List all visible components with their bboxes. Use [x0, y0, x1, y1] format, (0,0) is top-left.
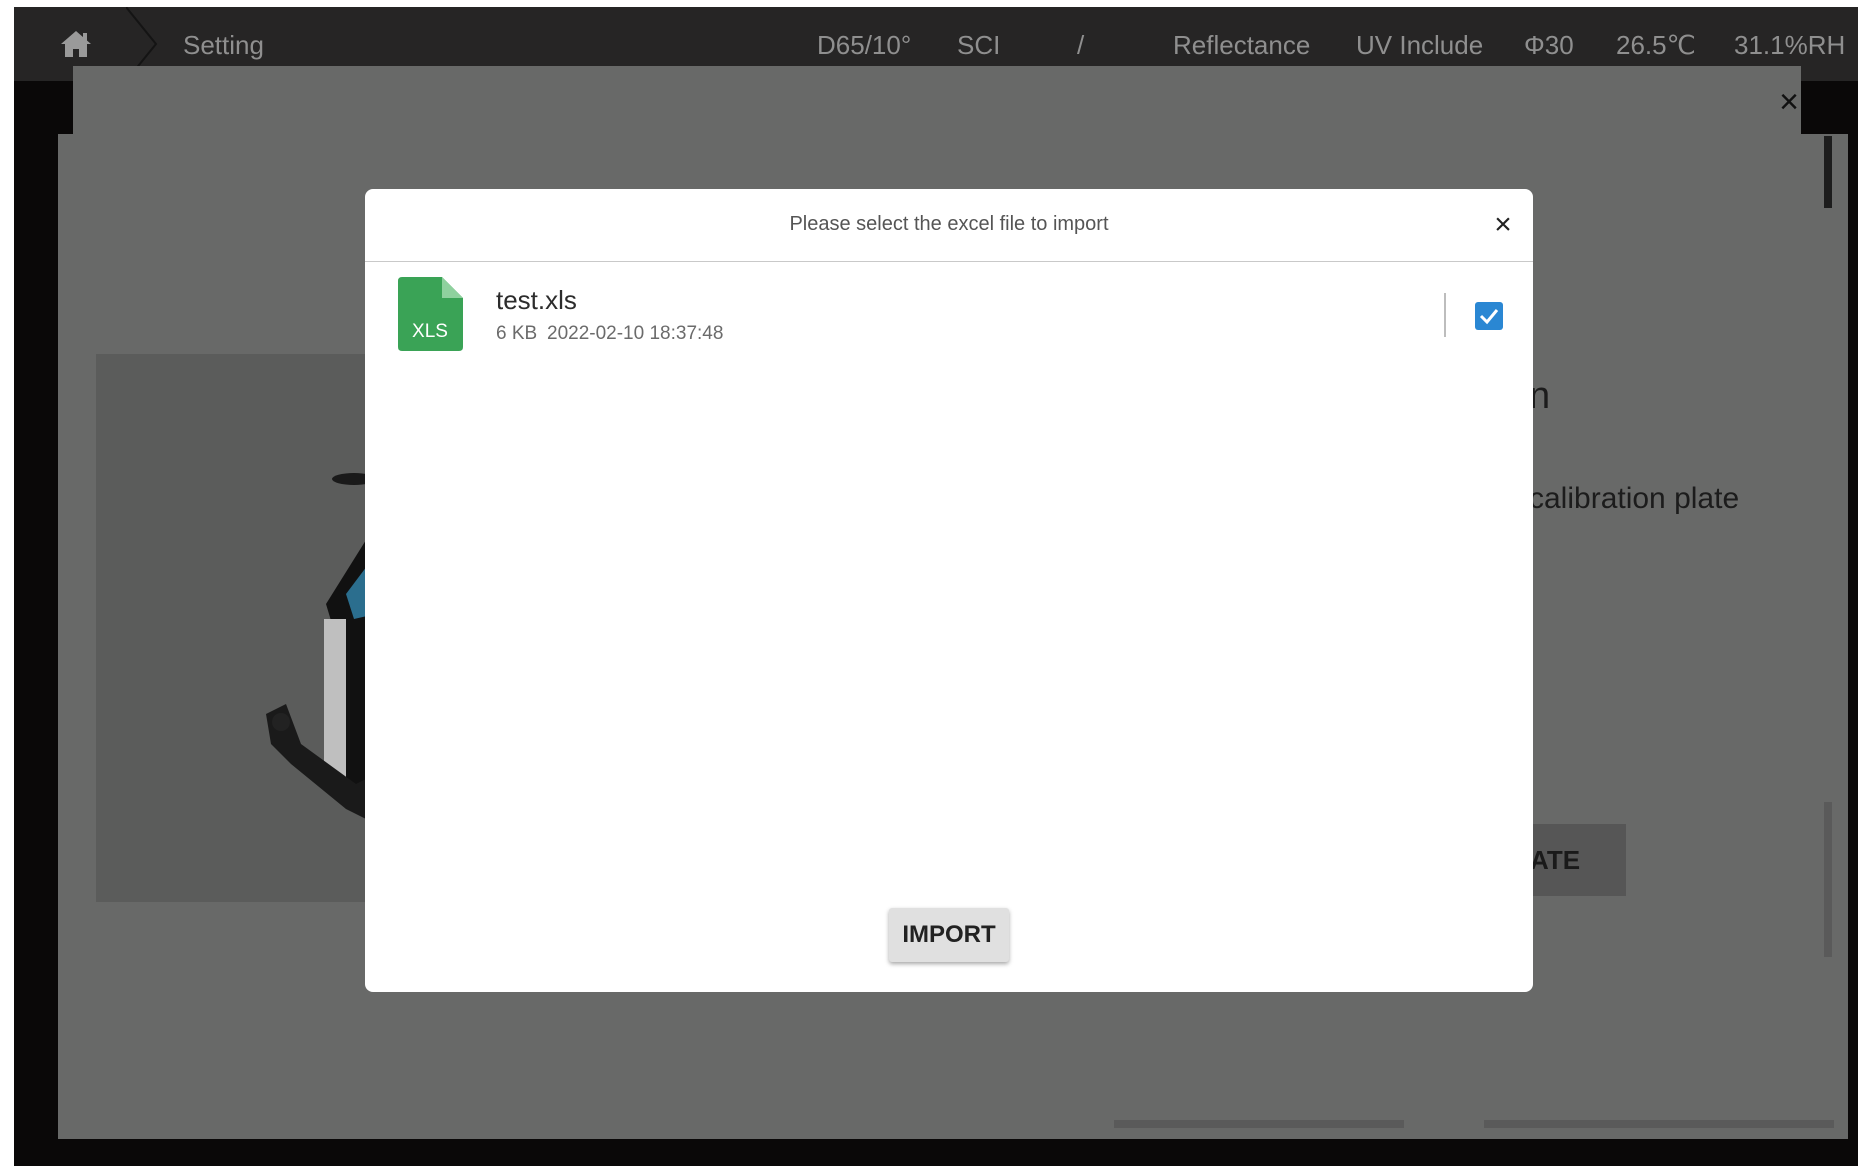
temperature-status: 26.5℃ — [1616, 30, 1696, 60]
dialog-header: Please select the excel file to import × — [365, 189, 1533, 262]
instrument-image — [266, 473, 376, 824]
humidity-status: 31.1%RH — [1734, 30, 1846, 60]
background-description: calibration plate — [1529, 482, 1740, 515]
background-card — [73, 66, 1801, 138]
background-divider — [1484, 1120, 1834, 1128]
page-title: Setting — [183, 30, 264, 60]
xls-file-icon: XLS — [398, 277, 463, 351]
file-name: test.xls — [496, 285, 577, 315]
import-button[interactable]: IMPORT — [889, 908, 1009, 962]
status-separator: / — [1077, 30, 1085, 60]
uv-status: UV Include — [1356, 30, 1484, 60]
file-date: 2022-02-10 18:37:48 — [547, 323, 724, 344]
measurement-status: Reflectance — [1173, 30, 1311, 60]
close-icon[interactable]: × — [1483, 205, 1523, 245]
row-divider — [1444, 293, 1446, 337]
background-close-icon: × — [1779, 83, 1799, 121]
home-icon[interactable] — [59, 29, 93, 59]
checkbox-checked-icon[interactable] — [1475, 302, 1503, 330]
file-size: 6 KB — [496, 323, 538, 344]
background-edge — [1824, 136, 1832, 208]
illuminant-status: D65/10° — [817, 30, 912, 60]
dialog-title: Please select the excel file to import — [789, 213, 1109, 235]
instrument-illustration — [96, 354, 376, 902]
file-type-label: XLS — [412, 321, 448, 342]
aperture-status: Φ30 — [1524, 30, 1574, 60]
background-scrollbar — [1824, 802, 1832, 957]
background-divider — [1114, 1120, 1404, 1128]
import-file-dialog: Please select the excel file to import ×… — [365, 189, 1533, 992]
file-list-item[interactable]: XLS test.xls 6 KB 2022-02-10 18:37:48 — [365, 277, 1533, 353]
mode-status: SCI — [957, 30, 1001, 60]
